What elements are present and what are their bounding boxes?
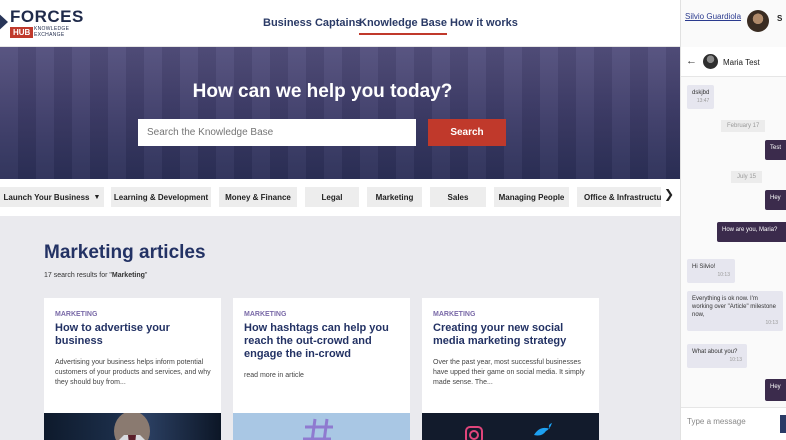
user-avatar[interactable] [747,10,769,32]
message-out: Hey [765,190,786,210]
category-money-finance[interactable]: Money & Finance [219,187,297,207]
nav-knowledge-base[interactable]: Knowledge Base [359,17,448,35]
businessman-image-icon [114,411,150,440]
results-suffix: " [144,272,148,279]
arrow-left-icon[interactable]: ← [686,55,697,67]
category-learning-development[interactable]: Learning & Development [111,187,211,207]
category-sales[interactable]: Sales [430,187,486,207]
category-marketing[interactable]: Marketing [367,187,422,207]
nav-how-it-works[interactable]: How it works [450,17,518,29]
hero-title: How can we help you today? [192,81,453,102]
message-out: Hey [765,379,786,401]
user-initial: S [777,14,783,23]
logo-tagline: KNOWLEDGE EXCHANGE [34,26,69,38]
category-managing-people[interactable]: Managing People [494,187,569,207]
message-input[interactable]: Type a message [687,417,746,426]
message-in: Everything is ok now. I'm working over "… [687,291,783,331]
article-excerpt: Advertising your business helps inform p… [55,359,211,386]
article-tag: MARKETING [244,311,287,318]
message-text: Hi Silvio! [692,264,716,270]
message-text: Hey [770,384,781,390]
logo-forces-text: FORCES [10,7,84,26]
contact-avatar [703,54,718,69]
category-label: Launch Your Business [3,192,90,202]
article-title[interactable]: Creating your new social media marketing… [433,322,593,348]
category-launch-your-business[interactable]: Launch Your Business ▼ [0,187,104,207]
results-prefix: 17 search results for " [44,272,112,279]
logo-exchange: EXCHANGE [34,32,65,38]
message-time: 10:13 [765,320,778,326]
user-profile-link[interactable]: Silvio Guardiola [685,12,741,21]
article-image [422,413,599,440]
contact-name: Maria Test [723,58,760,67]
message-time: 10:13 [717,272,730,278]
send-button[interactable] [780,415,786,433]
category-office-infrastructure[interactable]: Office & Infrastructure [577,187,661,207]
message-text: Everything is ok now. I'm working over "… [692,296,776,318]
article-image [233,413,410,440]
message-in: dskjbd 13:47 [687,85,715,109]
message-text: How are you, Maria? [722,227,778,233]
message-time: 10:13 [729,357,742,363]
message-text: dskjbd [692,90,710,96]
message-time: 13:47 [696,98,710,104]
article-tag: MARKETING [433,311,476,318]
category-legal[interactable]: Legal [305,187,359,207]
chat-panel: Silvio Guardiola S ← Maria Test dskjbd 1… [680,0,786,440]
chat-header: ← Maria Test [681,47,786,77]
article-image [44,411,221,440]
date-separator: July 15 [731,171,763,183]
results-count: 17 search results for "Marketing" [44,272,147,279]
hero-banner: How can we help you today? Search [0,47,680,179]
top-nav: FORCES HUB KNOWLEDGE EXCHANGE Business C… [0,0,680,47]
article-card[interactable]: MARKETING Creating your new social media… [422,298,599,440]
message-text: What about you? [692,349,738,355]
article-tag: MARKETING [55,311,98,318]
articles-section: Marketing articles 17 search results for… [0,216,680,440]
knowledge-search-input[interactable] [138,119,416,146]
message-list[interactable]: dskjbd 13:47 February 17 Test July 15 He… [681,77,786,407]
chevron-down-icon: ▼ [93,193,101,201]
logo-mark-icon [0,9,8,35]
chevron-right-icon[interactable]: ❯ [664,187,674,201]
nav-business-captains[interactable]: Business Captains [263,17,361,29]
hashtag-image-icon [303,418,333,440]
message-in: Hi Silvio! 10:13 [687,259,735,283]
message-out: Test [765,140,786,160]
article-card[interactable]: MARKETING How to advertise your business… [44,298,221,440]
logo-hub-text: HUB [10,27,34,38]
chat-composer: Type a message [681,407,786,440]
results-query: Marketing [111,272,145,279]
social-icons-image-icon [465,423,552,440]
article-title[interactable]: How hashtags can help you reach the out-… [244,322,404,361]
message-in: What about you? 10:13 [687,344,747,368]
article-excerpt: Over the past year, most successful busi… [433,359,585,386]
date-separator: February 17 [721,120,766,132]
article-card[interactable]: MARKETING How hashtags can help you reac… [233,298,410,440]
message-out: How are you, Maria? [717,222,786,242]
category-bar: Launch Your Business ▼ Learning & Develo… [0,179,680,216]
article-excerpt: read more in article [244,372,304,379]
article-title[interactable]: How to advertise your business [55,322,215,348]
search-button[interactable]: Search [428,119,506,146]
message-text: Hey [770,195,781,201]
message-text: Test [770,145,782,151]
section-title: Marketing articles [44,242,206,263]
forces-hub-logo[interactable]: FORCES HUB KNOWLEDGE EXCHANGE [0,7,110,39]
